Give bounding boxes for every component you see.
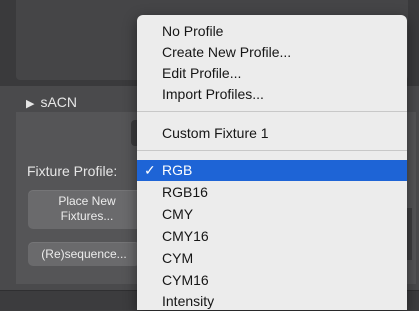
menu-item-cym16[interactable]: CYM16 xyxy=(137,270,407,291)
menu-separator xyxy=(137,150,407,151)
menu-item-rgb16[interactable]: RGB16 xyxy=(137,182,407,203)
menu-item-label: No Profile xyxy=(162,23,224,39)
menu-item-cmy16[interactable]: CMY16 xyxy=(137,226,407,247)
menu-item-label: Custom Fixture 1 xyxy=(162,125,269,141)
menu-item-label: CYM16 xyxy=(162,272,209,288)
menu-item-rgb[interactable]: ✓ RGB xyxy=(137,160,407,181)
menu-item-intensity[interactable]: Intensity xyxy=(137,291,407,310)
menu-item-cmy[interactable]: CMY xyxy=(137,204,407,225)
menu-item-label: CYM xyxy=(162,250,194,266)
menu-item-label: CMY xyxy=(162,206,194,222)
place-button-line2: Fixtures... xyxy=(60,209,114,223)
menu-item-import-profiles[interactable]: Import Profiles... xyxy=(137,84,407,105)
place-new-fixtures-button[interactable]: Place New Fixtures... xyxy=(28,190,146,229)
menu-item-label: Edit Profile... xyxy=(162,65,242,81)
menu-separator xyxy=(137,111,407,112)
menu-item-no-profile[interactable]: No Profile xyxy=(137,21,407,42)
fixture-profile-menu: No Profile Create New Profile... Edit Pr… xyxy=(137,15,407,310)
fixture-profile-label: Fixture Profile: xyxy=(27,163,118,179)
menu-item-label: RGB xyxy=(162,162,193,178)
menu-item-label: Create New Profile... xyxy=(162,44,292,60)
checkmark-icon: ✓ xyxy=(144,162,156,178)
place-button-line1: Place New xyxy=(58,194,116,208)
menu-item-label: RGB16 xyxy=(162,184,208,200)
menu-item-edit-profile[interactable]: Edit Profile... xyxy=(137,63,407,84)
menu-item-label: CMY16 xyxy=(162,228,209,244)
menu-item-create-new-profile[interactable]: Create New Profile... xyxy=(137,42,407,63)
resequence-button[interactable]: (Re)sequence... xyxy=(28,242,140,266)
menu-item-label: Intensity xyxy=(162,293,215,309)
disclosure-triangle-icon[interactable]: ▶ xyxy=(26,98,34,110)
section-title: sACN xyxy=(40,94,78,110)
menu-item-cym[interactable]: CYM xyxy=(137,248,407,269)
menu-item-custom-fixture-1[interactable]: Custom Fixture 1 xyxy=(137,123,407,144)
menu-item-label: Import Profiles... xyxy=(162,86,264,102)
sacn-section-header[interactable]: ▶ sACN xyxy=(26,94,77,110)
